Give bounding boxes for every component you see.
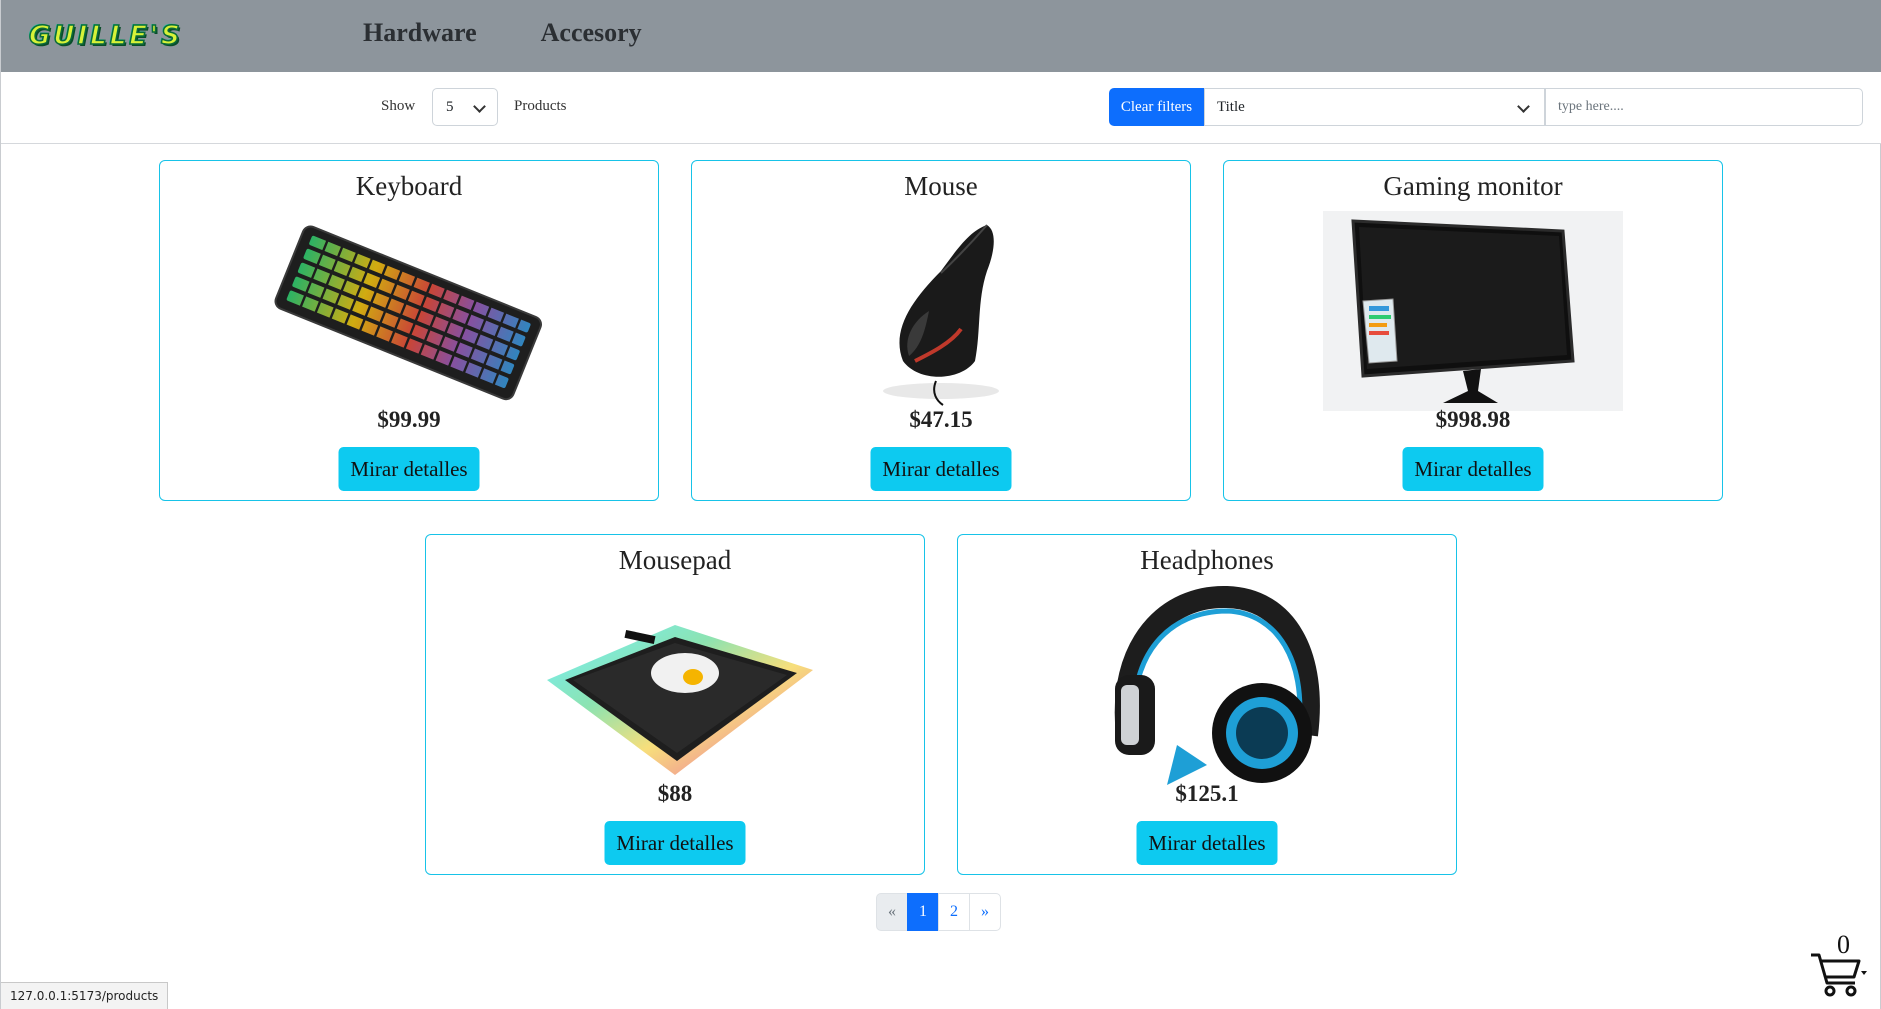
show-count-value: 5 bbox=[446, 98, 454, 115]
logo-text: GUILLE'S bbox=[28, 20, 183, 52]
view-details-button[interactable]: Mirar detalles bbox=[870, 447, 1012, 491]
product-title: Mousepad bbox=[618, 545, 732, 575]
product-card: Gaming monitor $998.98 Mirar detalles bbox=[1223, 160, 1723, 501]
navbar: GUILLE'S Hardware Accesory bbox=[1, 0, 1881, 72]
product-card: Mousepad $88 Mirar detalles bbox=[425, 534, 925, 875]
cart-icon[interactable] bbox=[1807, 935, 1867, 999]
chevron-down-icon bbox=[473, 100, 486, 113]
headphones-image bbox=[1114, 585, 1320, 785]
products-label: Products bbox=[514, 98, 567, 114]
logo[interactable]: GUILLE'S bbox=[28, 20, 183, 52]
filter-bar: Show 5 Products Clear filters Title bbox=[1, 72, 1881, 144]
nav-link-hardware[interactable]: Hardware bbox=[363, 18, 477, 48]
product-title: Gaming monitor bbox=[1383, 171, 1563, 201]
product-title: Headphones bbox=[1140, 545, 1274, 575]
filter-field-value: Title bbox=[1217, 98, 1245, 115]
product-title: Keyboard bbox=[355, 171, 463, 201]
mousepad-image bbox=[547, 625, 813, 775]
product-price: $125.1 bbox=[1175, 781, 1239, 806]
nav-links: Hardware Accesory bbox=[363, 18, 642, 48]
nav-link-accesory[interactable]: Accesory bbox=[541, 18, 642, 48]
product-price: $88 bbox=[657, 781, 693, 806]
pagination-page-2[interactable]: 2 bbox=[938, 893, 970, 931]
page: GUILLE'S Hardware Accesory Show 5 Produc… bbox=[0, 0, 1881, 1009]
pagination-prev[interactable]: « bbox=[876, 893, 908, 931]
search-input[interactable] bbox=[1545, 88, 1863, 126]
keyboard-image bbox=[274, 225, 542, 401]
show-label: Show bbox=[381, 98, 416, 114]
view-details-button[interactable]: Mirar detalles bbox=[1136, 821, 1278, 865]
product-title: Mouse bbox=[904, 171, 978, 201]
filter-field-select[interactable]: Title bbox=[1204, 88, 1545, 126]
monitor-image bbox=[1323, 211, 1623, 411]
chevron-down-icon bbox=[1517, 100, 1530, 113]
status-bar-url: 127.0.0.1:5173/products bbox=[1, 982, 169, 1009]
pagination: « 1 2 » bbox=[876, 893, 1001, 931]
product-card: Keyboard $99.99 Mirar detalles bbox=[159, 160, 659, 501]
product-card: Mouse $47.15 Mirar detalles bbox=[691, 160, 1191, 501]
pagination-next[interactable]: » bbox=[969, 893, 1001, 931]
view-details-button[interactable]: Mirar detalles bbox=[604, 821, 746, 865]
show-count-select[interactable]: 5 bbox=[432, 88, 498, 126]
view-details-button[interactable]: Mirar detalles bbox=[1402, 447, 1544, 491]
product-card: Headphones $125.1 Mirar detalles bbox=[957, 534, 1457, 875]
clear-filters-button[interactable]: Clear filters bbox=[1109, 88, 1204, 126]
view-details-button[interactable]: Mirar detalles bbox=[338, 447, 480, 491]
mouse-image bbox=[883, 224, 999, 406]
product-price: $998.98 bbox=[1435, 407, 1511, 432]
pagination-page-1[interactable]: 1 bbox=[907, 893, 939, 931]
product-price: $99.99 bbox=[377, 407, 441, 432]
product-price: $47.15 bbox=[909, 407, 973, 432]
